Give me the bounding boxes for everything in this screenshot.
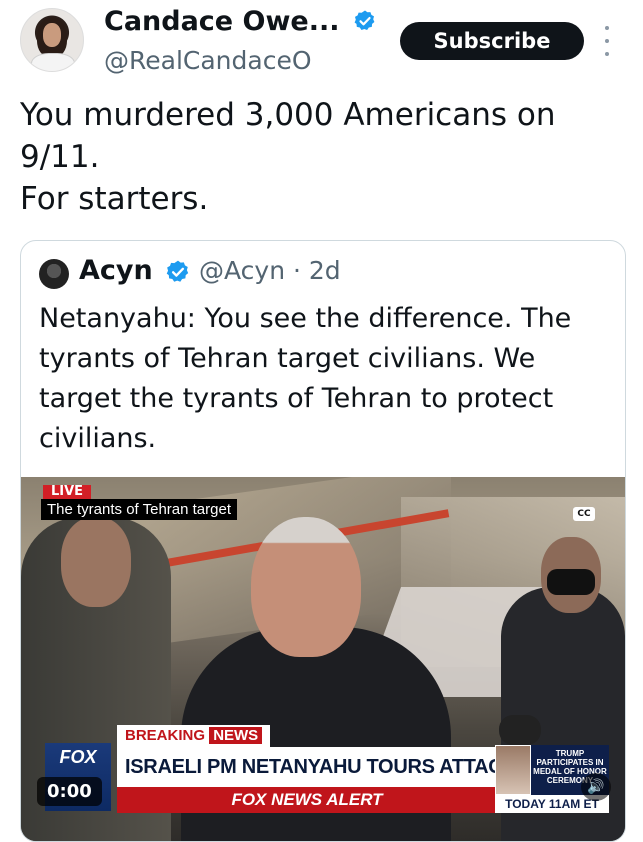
quote-line: target the tyrants of Tehran to protect [39,383,554,414]
closed-captions-button[interactable]: CC [573,507,595,521]
quoted-verified-badge-icon [166,260,189,282]
tweet-text: You murdered 3,000 Americans on 9/11. Fo… [20,94,620,220]
video-timestamp: 0:00 [37,777,102,806]
news-label: NEWS [209,727,263,744]
quoted-author-avatar[interactable] [39,259,69,289]
tweet-line: You murdered 3,000 Americans on [20,97,556,133]
quoted-author-handle-time[interactable]: @Acyn · 2d [199,256,341,285]
video-player[interactable]: LIVE The tyrants of Tehran target CC FOX… [21,477,625,841]
avatar-face [43,23,61,47]
speaker-icon[interactable]: 🔊 [581,773,611,801]
quoted-tweet-card[interactable]: Acyn @Acyn · 2d Netanyahu: You see the d… [20,240,626,842]
breaking-news-tag: BREAKING NEWS [117,725,271,747]
tweet-line: For starters. [20,181,209,217]
quote-line: civilians. [39,423,157,454]
subscribe-button[interactable]: Subscribe [400,22,584,60]
video-caption: The tyrants of Tehran target [41,499,237,520]
author-display-name[interactable]: Candace Owe... [104,6,377,37]
speaker-head [251,517,361,657]
quoted-author-name[interactable]: Acyn [79,255,153,286]
quote-line: Netanyahu: You see the difference. The [39,303,572,334]
quoted-tweet-text: Netanyahu: You see the difference. The t… [39,299,609,459]
bystander-head [61,517,131,607]
author-handle[interactable]: @RealCandaceO [104,46,312,75]
microphone-icon [499,715,541,745]
breaking-label: BREAKING [125,727,206,744]
avatar-shirt [31,53,75,71]
more-options-icon[interactable] [602,26,612,56]
face-mask [547,569,595,595]
news-headline: ISRAELI PM NETANYAHU TOURS ATTACK SITE [117,747,565,787]
quote-line: tyrants of Tehran target civilians. We [39,343,536,374]
author-avatar[interactable] [20,8,84,72]
author-name-text[interactable]: Candace Owe... [104,6,340,37]
side-thumbnail [495,745,531,795]
verified-badge-icon [354,10,375,30]
tweet-line: 9/11. [20,139,100,175]
fox-news-alert-bar: FOX NEWS ALERT [117,787,497,813]
live-badge: LIVE [43,485,92,499]
